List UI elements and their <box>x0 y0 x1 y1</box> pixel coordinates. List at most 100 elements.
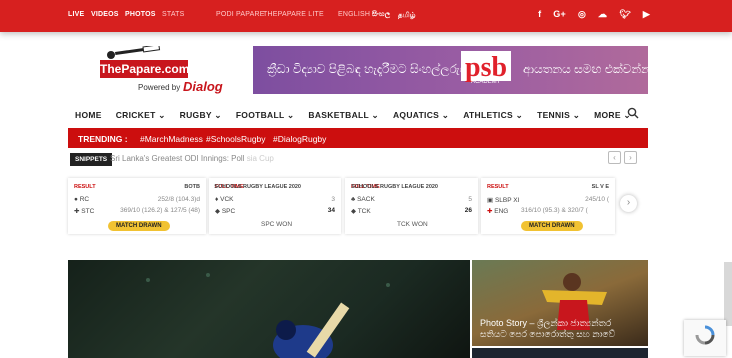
photo-story-card[interactable]: Photo Story – ශ්‍රීලන්කා ජාත්‍යන්තර සතිය… <box>472 260 648 346</box>
team-name: VCK <box>220 196 234 203</box>
side-story-card[interactable] <box>472 348 648 358</box>
soundcloud-icon[interactable]: ☁ <box>598 9 607 20</box>
logo-sponsor: Dialog <box>183 79 223 94</box>
nav-athletics[interactable]: ATHLETICS ⌄ <box>463 110 523 121</box>
chevron-right-icon[interactable]: › <box>624 151 637 164</box>
card-event: BOTB <box>184 184 200 190</box>
main-nav: HOME CRICKET ⌄ RUGBY ⌄ FOOTBALL ⌄ BASKET… <box>75 110 631 121</box>
team-score: 26 <box>465 207 472 214</box>
card-event: SCHOOLS RUGBY LEAGUE 2020 <box>214 184 301 190</box>
nav-basketball[interactable]: BASKETBALL ⌄ <box>308 110 379 121</box>
nav-tennis[interactable]: TENNIS ⌄ <box>537 110 580 121</box>
trending-tag[interactable]: #MarchMadness <box>140 134 203 144</box>
score-value: 34 <box>327 207 335 214</box>
team-row: ✚ STC <box>74 208 95 215</box>
chevron-right-icon[interactable]: › <box>620 195 637 212</box>
team-name: RC <box>79 196 90 203</box>
card-event: SCHOOLS RUGBY LEAGUE 2020 <box>351 184 438 190</box>
nav-rugby[interactable]: RUGBY ⌄ <box>180 110 222 121</box>
cricket-player-illustration <box>146 273 390 358</box>
score-card[interactable]: FULL TIME SCHOOLS RUGBY LEAGUE 2020 ♣ SA… <box>345 178 478 234</box>
trending-tag[interactable]: #SchoolsRugby <box>206 134 266 144</box>
lang-sinhala[interactable]: සිංහල <box>372 11 390 19</box>
trending-label: TRENDING : <box>78 134 128 144</box>
top-link-podi-papare[interactable]: PODI PAPARE <box>216 11 265 18</box>
card-status: RESULT <box>487 184 509 190</box>
team-name: SACK <box>357 196 375 203</box>
result-text: SPC WON <box>261 221 293 228</box>
snippets-badge: SNIPPETS <box>70 153 113 166</box>
team-name: TCK <box>357 208 371 215</box>
photo-story-caption: Photo Story – ශ්‍රීලන්කා ජාත්‍යන්තර සතිය… <box>480 318 616 339</box>
snippet-faded-text: sia Cup <box>246 154 274 163</box>
recaptcha-badge[interactable] <box>684 320 726 356</box>
search-icon[interactable] <box>627 107 639 119</box>
team-name: STC <box>81 208 95 215</box>
team-score: 245/10 ( <box>585 196 609 203</box>
status-label: RESULT <box>74 184 96 190</box>
nav-cricket[interactable]: CRICKET ⌄ <box>116 110 166 121</box>
lang-tamil[interactable]: தமிழ் <box>398 11 416 20</box>
chevron-left-icon[interactable]: ‹ <box>608 151 621 164</box>
snippet-text: Sri Lanka's Greatest ODI Innings: Poll <box>110 154 245 163</box>
status-label: RESULT <box>487 184 509 190</box>
team-row: ◆ SPC <box>215 208 236 215</box>
lang-english[interactable]: ENGLISH <box>338 11 370 18</box>
team-score: 5 <box>468 196 472 203</box>
top-link-photos[interactable]: PHOTOS <box>125 11 156 18</box>
score-value: 26 <box>464 207 472 214</box>
team-row: ◆ TCK <box>351 208 371 215</box>
banner-brand: psb <box>461 51 512 83</box>
cricket-bat-icon <box>107 46 161 59</box>
top-link-thepapare-lite[interactable]: THEPAPARE LITE <box>263 11 324 18</box>
score-card[interactable]: FULL TIME SCHOOLS RUGBY LEAGUE 2020 ♦ VC… <box>209 178 341 234</box>
team-row: ▣ SLBP XI <box>487 197 520 204</box>
hero-image[interactable] <box>68 260 470 358</box>
team-name: ENG <box>494 208 509 215</box>
top-bar: LIVE VIDEOS PHOTOS STATS PODI PAPARE THE… <box>0 0 732 32</box>
team-row: ✚ ENG <box>487 207 508 215</box>
team-score: 316/10 (95.3) & 320/7 ( <box>521 207 588 214</box>
snippet-headline[interactable]: Sri Lanka's Greatest ODI Innings: Poll s… <box>110 154 274 163</box>
team-name: SPC <box>221 208 236 215</box>
score-card[interactable]: RESULT SL V E ▣ SLBP XI 245/10 ( ✚ ENG 3… <box>481 178 615 234</box>
card-status: RESULT <box>74 184 96 190</box>
team-row: ♦ VCK <box>215 196 234 203</box>
banner-text-1: ක්‍රීඩා විද්‍යාව පිළිබඳ හැදෑරීමට සිංහල්ල… <box>267 62 477 76</box>
team-score: 252/8 (104.3)d <box>157 196 200 203</box>
team-score: 3 <box>331 196 335 203</box>
score-card[interactable]: RESULT BOTB ● RC 252/8 (104.3)d ✚ STC 36… <box>68 178 206 234</box>
banner-text-2: ආයතනය සමඟ එක්වන්න <box>523 62 648 76</box>
nav-aquatics[interactable]: AQUATICS ⌄ <box>393 110 449 121</box>
team-score: 369/10 (126.2) & 127/5 (48) <box>120 207 200 214</box>
recaptcha-icon <box>695 325 715 345</box>
card-event: SL V E <box>591 184 609 190</box>
facebook-icon[interactable]: f <box>538 9 541 20</box>
logo-powered-by: Powered by <box>138 83 181 92</box>
twitter-icon[interactable]: 🐦︎ <box>619 9 631 20</box>
nav-more[interactable]: MORE ⌄ <box>594 110 631 121</box>
team-name: SLBP XI <box>494 197 520 204</box>
nav-football[interactable]: FOOTBALL ⌄ <box>236 110 295 121</box>
banner-brand-sub: ACADEMY <box>471 79 501 85</box>
social-icons: f G+ ◎ ☁ 🐦︎ ▶ <box>538 9 650 20</box>
england-flag-icon: ✚ <box>487 208 493 215</box>
trending-tag[interactable]: #DialogRugby <box>273 134 326 144</box>
google-plus-icon[interactable]: G+ <box>553 9 566 20</box>
logo-text: ThePapare.com <box>100 60 190 78</box>
instagram-icon[interactable]: ◎ <box>578 9 586 20</box>
trending-bar: TRENDING : #MarchMadness #SchoolsRugby #… <box>68 128 648 148</box>
result-badge: MATCH DRAWN <box>108 221 170 231</box>
snippet-arrows: ‹ › <box>608 151 637 164</box>
site-logo[interactable]: ThePapare.com Powered by Dialog <box>95 44 230 100</box>
banner-ad[interactable]: ක්‍රීඩා විද්‍යාව පිළිබඳ හැදෑරීමට සිංහල්ල… <box>253 46 648 94</box>
top-link-live[interactable]: LIVE <box>68 11 84 18</box>
team-score: 34 <box>328 207 335 214</box>
nav-home[interactable]: HOME <box>75 110 102 121</box>
scrollbar[interactable] <box>724 262 732 326</box>
result-text: TCK WON <box>397 221 428 228</box>
result-badge: MATCH DRAWN <box>521 221 583 231</box>
youtube-icon[interactable]: ▶ <box>643 9 650 20</box>
top-link-videos[interactable]: VIDEOS <box>91 11 119 18</box>
top-link-stats[interactable]: STATS <box>162 11 185 18</box>
